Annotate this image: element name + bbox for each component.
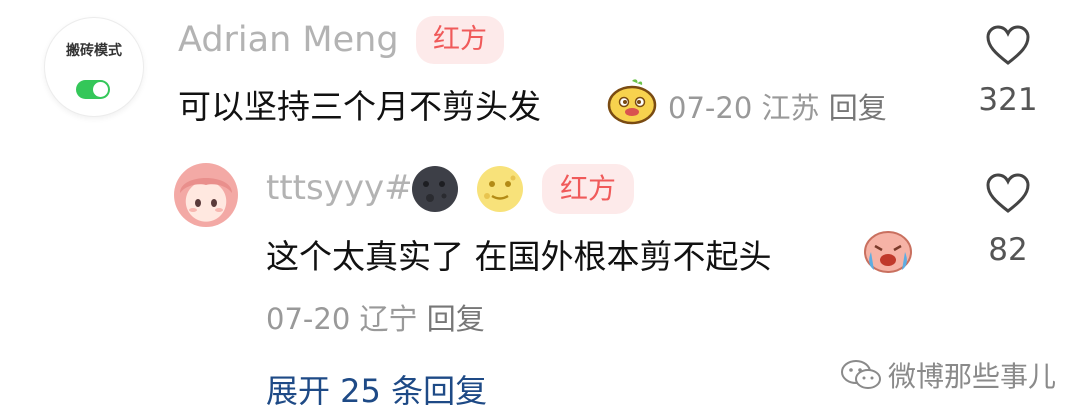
comment-username[interactable]: tttsyyy#	[266, 168, 413, 208]
watermark-text: 微博那些事儿	[888, 360, 1057, 393]
reply-link[interactable]: 回复	[427, 302, 485, 336]
toggle-knob	[93, 82, 108, 97]
mode-switch-widget[interactable]: 搬砖模式	[44, 17, 144, 117]
avatar[interactable]	[174, 163, 238, 227]
moon-dark-emoji	[412, 166, 458, 212]
comment-text: 可以坚持三个月不剪头发	[178, 87, 541, 126]
comment-tag: 红方	[542, 164, 634, 214]
comment-meta: 07-20 辽宁 回复	[266, 296, 485, 338]
comment-date: 07-20	[266, 302, 351, 336]
like-count: 82	[988, 232, 1028, 268]
comment-tag: 红方	[416, 16, 504, 64]
comment-date: 07-20	[668, 91, 753, 125]
wechat-icon	[841, 360, 881, 389]
like-count: 321	[978, 82, 1038, 118]
pear-emoji	[607, 79, 657, 125]
expand-replies-link[interactable]: 展开 25 条回复	[266, 366, 487, 412]
heart-outline-icon[interactable]	[985, 172, 1031, 214]
heart-outline-icon[interactable]	[985, 24, 1031, 66]
mode-switch-label: 搬砖模式	[66, 43, 122, 59]
watermark: 微博那些事儿	[840, 355, 1056, 395]
moon-full-emoji	[477, 166, 523, 212]
comment-location: 辽宁	[359, 302, 418, 336]
comment-text: 这个太真实了 在国外根本剪不起头	[266, 237, 772, 276]
reply-link[interactable]: 回复	[829, 91, 887, 125]
crying-emoji	[864, 231, 912, 273]
comment-username[interactable]: Adrian Meng	[178, 20, 399, 60]
mode-toggle[interactable]	[76, 80, 110, 99]
comment-location: 江苏	[761, 91, 820, 125]
comment-meta: 07-20 江苏 回复	[668, 85, 887, 127]
